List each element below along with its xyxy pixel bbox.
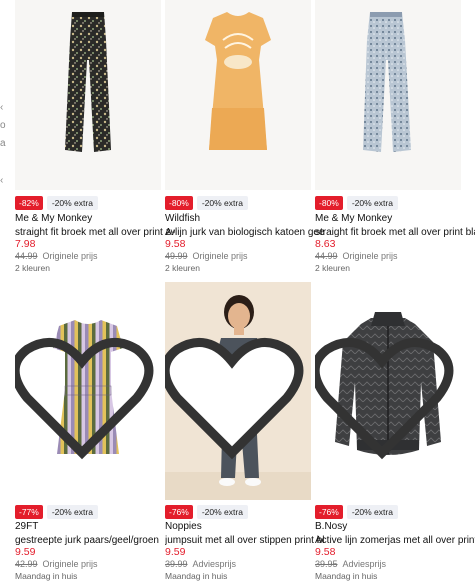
original-price: 42.99 Originele prijs — [15, 559, 98, 569]
product-image[interactable] — [15, 0, 161, 190]
product-brand: Noppies — [165, 521, 202, 532]
original-price-value: 44.99 — [15, 251, 38, 261]
discount-badge: -76% — [315, 505, 343, 519]
product-image[interactable] — [165, 282, 311, 500]
original-price-label: Originele prijs — [192, 251, 248, 261]
left-edge: ‹ o a ‹ — [0, 0, 12, 580]
original-price: 39.95 Adviesprijs — [315, 559, 386, 569]
discount-badge: -80% — [165, 196, 193, 210]
yellow-print-dress-icon — [205, 12, 271, 150]
edge-mark: o — [0, 120, 6, 131]
product-card[interactable]: -80% -20% extra Wildfish A-lijn jurk van… — [165, 0, 325, 280]
product-name[interactable]: gestreepte jurk paars/geel/groen — [15, 535, 175, 546]
product-price: 8.63 — [315, 238, 336, 250]
product-name[interactable]: Active lijn zomerjas met all over print … — [315, 535, 475, 546]
original-price-value: 49.99 — [165, 251, 188, 261]
product-brand: Me & My Monkey — [315, 213, 393, 224]
product-card[interactable]: -82% -20% extra Me & My Monkey straight … — [15, 0, 175, 280]
extra-discount-badge: -20% extra — [46, 505, 98, 519]
product-meta: 2 kleuren — [315, 263, 350, 273]
product-name[interactable]: straight fit broek met all over print bl… — [315, 227, 475, 238]
original-price-value: 42.99 — [15, 559, 38, 569]
product-card[interactable]: -76% -20% extra B.Nosy Active lijn zomer… — [315, 282, 475, 581]
extra-discount-badge: -20% extra — [346, 505, 398, 519]
product-brand: Wildfish — [165, 213, 201, 224]
product-name[interactable]: A-lijn jurk van biologisch katoen geel — [165, 227, 325, 238]
product-image[interactable] — [315, 282, 461, 500]
product-price: 9.59 — [15, 546, 36, 558]
edge-arrow: ‹ — [0, 175, 4, 186]
discount-badge: -76% — [165, 505, 193, 519]
discount-badge: -80% — [315, 196, 343, 210]
product-price: 9.58 — [315, 546, 336, 558]
discount-badge: -77% — [15, 505, 43, 519]
original-price-label: Originele prijs — [342, 251, 398, 261]
product-card[interactable]: -76% -20% extra Noppies jumpsuit met all… — [165, 282, 325, 581]
product-name[interactable]: straight fit broek met all over print zw… — [15, 227, 175, 238]
original-price-value: 39.99 — [165, 559, 188, 569]
product-meta: 2 kleuren — [15, 263, 50, 273]
extra-discount-badge: -20% extra — [196, 505, 248, 519]
heart-icon[interactable] — [15, 289, 155, 500]
heart-icon[interactable] — [165, 289, 305, 500]
original-price-label: Adviesprijs — [192, 559, 237, 569]
discount-badge: -82% — [15, 196, 43, 210]
product-price: 9.59 — [165, 546, 186, 558]
blue-patterned-trousers-icon — [363, 12, 411, 152]
extra-discount-badge: -20% extra — [196, 196, 248, 210]
product-price: 9.58 — [165, 238, 186, 250]
black-patterned-trousers-icon — [65, 12, 111, 152]
product-card[interactable]: -80% -20% extra Me & My Monkey straight … — [315, 0, 475, 280]
original-price: 44.99 Originele prijs — [15, 251, 98, 261]
edge-arrow: ‹ — [0, 102, 4, 113]
product-grid: -82% -20% extra Me & My Monkey straight … — [15, 0, 475, 581]
original-price: 44.99 Originele prijs — [315, 251, 398, 261]
original-price: 39.99 Adviesprijs — [165, 559, 236, 569]
product-image[interactable] — [315, 0, 461, 190]
product-meta: 2 kleuren — [165, 263, 200, 273]
product-brand: Me & My Monkey — [15, 213, 93, 224]
edge-mark: a — [0, 138, 6, 149]
product-brand: 29FT — [15, 521, 39, 532]
original-price-label: Originele prijs — [42, 559, 98, 569]
original-price-label: Adviesprijs — [342, 559, 387, 569]
original-price: 49.99 Originele prijs — [165, 251, 248, 261]
product-name[interactable]: jumpsuit met all over stippen print blau… — [165, 535, 325, 546]
product-brand: B.Nosy — [315, 521, 348, 532]
product-image[interactable] — [15, 282, 161, 500]
original-price-label: Originele prijs — [42, 251, 98, 261]
product-card[interactable]: -77% -20% extra 29FT gestreepte jurk paa… — [15, 282, 161, 581]
original-price-value: 39.95 — [315, 559, 338, 569]
product-image[interactable] — [165, 0, 311, 190]
extra-discount-badge: -20% extra — [46, 196, 98, 210]
extra-discount-badge: -20% extra — [346, 196, 398, 210]
product-price: 7.98 — [15, 238, 36, 250]
original-price-value: 44.99 — [315, 251, 338, 261]
heart-icon[interactable] — [315, 289, 455, 500]
